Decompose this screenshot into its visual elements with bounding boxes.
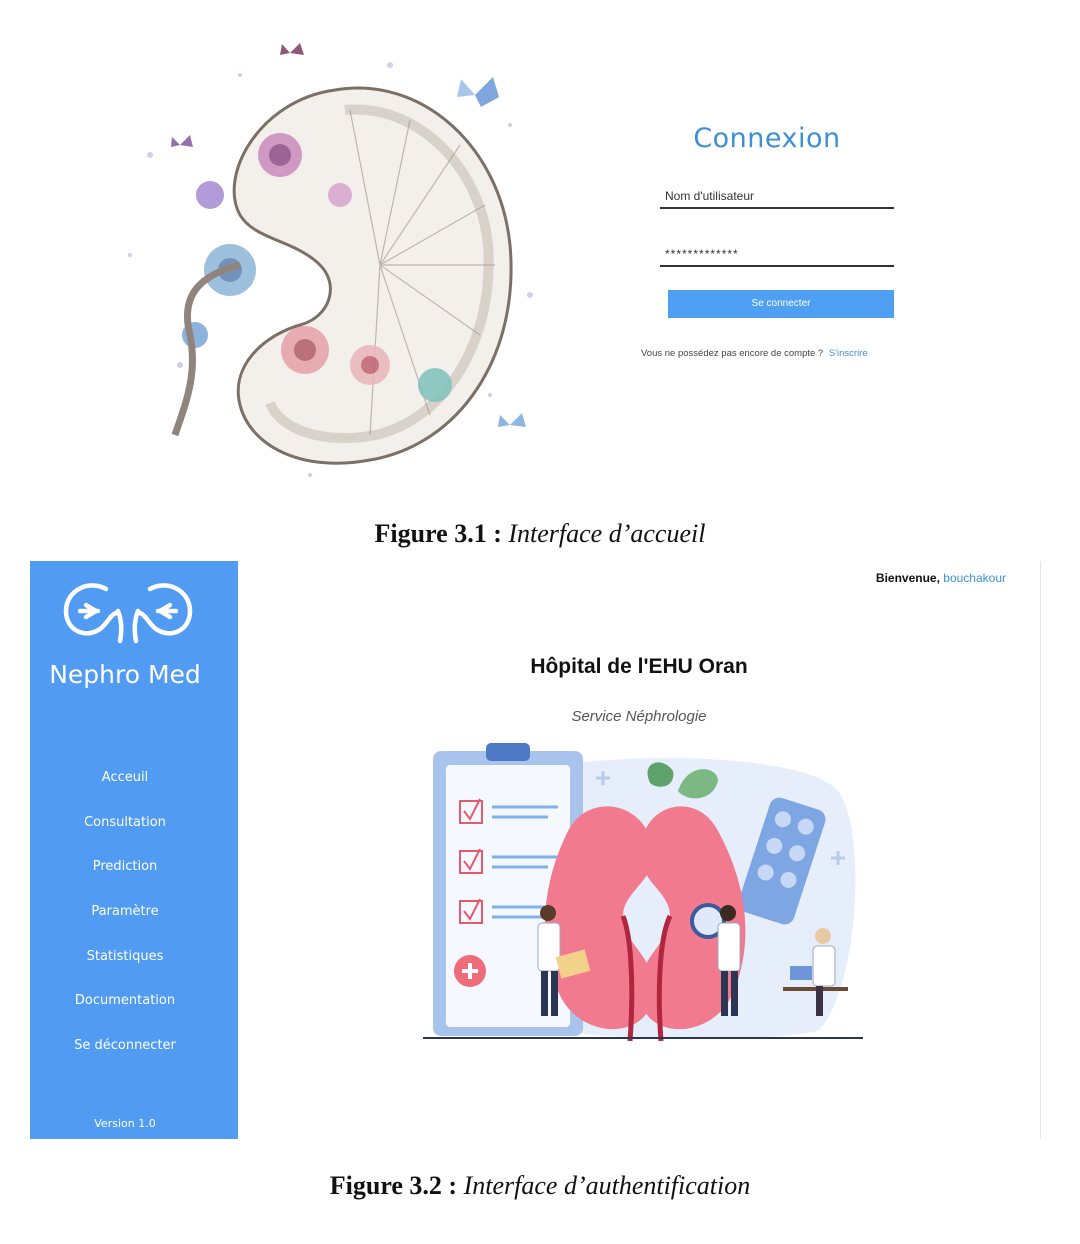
sidebar: Nephro Med Acceuil Consultation Predicti…	[30, 561, 238, 1139]
nav-item-documentation[interactable]: Documentation	[30, 989, 220, 1034]
figure-title: Interface d’authentification	[463, 1171, 751, 1200]
hospital-title: Hôpital de l'EHU Oran	[530, 655, 748, 678]
figure-title: Interface d’accueil	[508, 519, 706, 548]
kidney-pair-logo-icon	[63, 583, 193, 644]
nav-item-consultation[interactable]: Consultation	[30, 811, 220, 856]
figure-caption-1: Figure 3.1 : Interface d’accueil	[0, 519, 1080, 549]
welcome-prefix: Bienvenue,	[875, 571, 940, 585]
signup-prompt-line: Vous ne possédez pas encore de compte ? …	[641, 348, 868, 359]
app-name: Nephro Med	[49, 660, 201, 689]
login-button[interactable]: Se connecter	[668, 290, 894, 318]
nav-menu: Acceuil Consultation Prediction Paramètr…	[30, 766, 220, 1079]
nephrology-illustration	[423, 743, 863, 1042]
nav-item-acceuil[interactable]: Acceuil	[30, 766, 220, 811]
figure-caption-2: Figure 3.2 : Interface d’authentificatio…	[0, 1171, 1080, 1201]
login-title: Connexion	[693, 123, 841, 154]
welcome-line: Bienvenue, bouchakour	[876, 571, 1006, 585]
nav-item-parametre[interactable]: Paramètre	[30, 900, 220, 945]
password-input[interactable]: *************	[660, 243, 894, 267]
signup-prompt-text: Vous ne possédez pas encore de compte ?	[641, 348, 824, 359]
nav-item-logout[interactable]: Se déconnecter	[30, 1034, 220, 1079]
nav-item-prediction[interactable]: Prediction	[30, 855, 220, 900]
username-input[interactable]: Nom d'utilisateur	[660, 185, 894, 209]
nav-item-statistiques[interactable]: Statistiques	[30, 945, 220, 990]
service-subtitle: Service Néphrologie	[571, 708, 707, 725]
version-label: Version 1.0	[94, 1117, 156, 1130]
dashboard-screen: Nephro Med Acceuil Consultation Predicti…	[30, 561, 1041, 1139]
figure-number: Figure 3.2 :	[329, 1171, 458, 1200]
welcome-username: bouchakour	[943, 571, 1006, 585]
login-screen: Connexion Nom d'utilisateur ************…	[30, 20, 1040, 500]
figure-number: Figure 3.1 :	[374, 519, 502, 548]
signup-link[interactable]: S'inscrire	[829, 348, 868, 359]
kidney-watercolor-art	[128, 43, 533, 477]
